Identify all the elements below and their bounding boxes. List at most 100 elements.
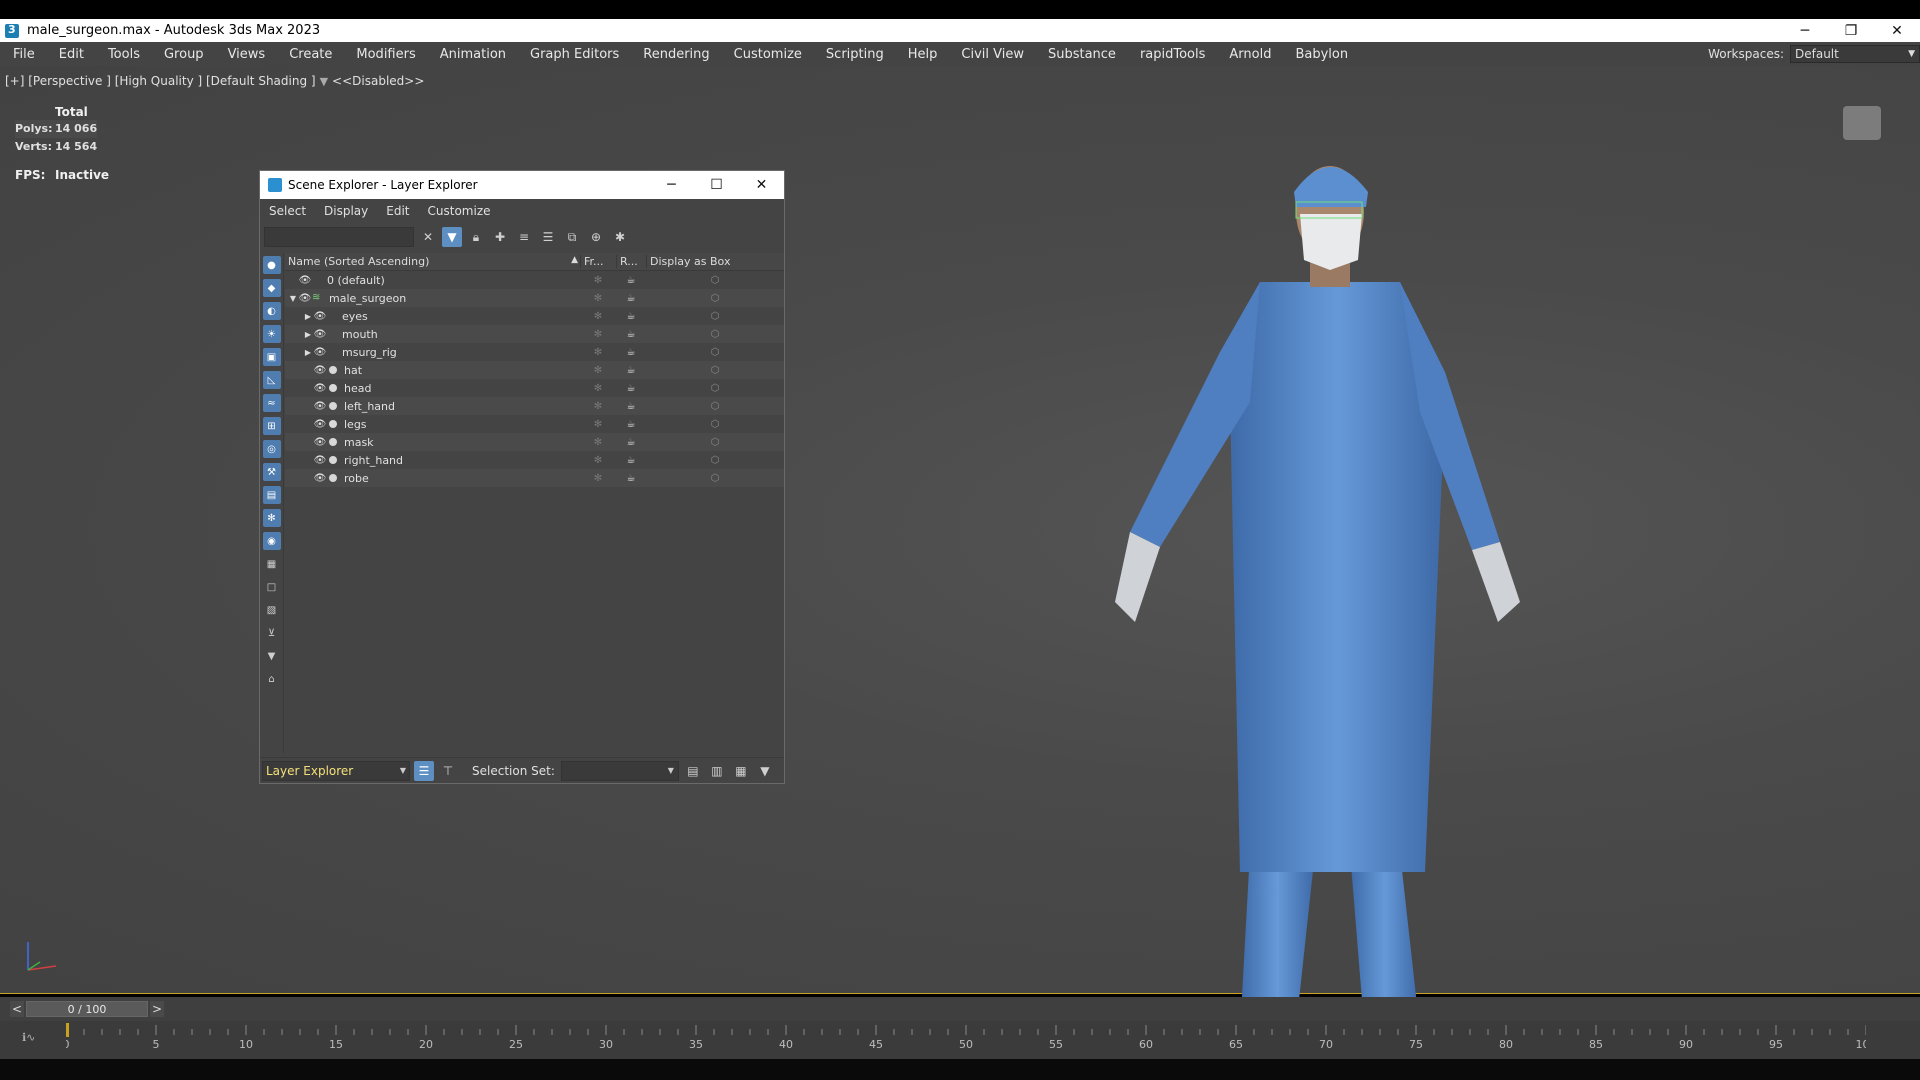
- explorer-menu-display[interactable]: Display: [315, 204, 377, 218]
- visibility-eye-icon[interactable]: 👁︎: [313, 329, 327, 340]
- geometry-filter-icon[interactable]: ◆: [262, 279, 281, 297]
- display-as-box-icon[interactable]: ⬡: [646, 455, 784, 466]
- explorer-menu-select[interactable]: Select: [260, 204, 315, 218]
- freeze-icon[interactable]: ✻: [580, 293, 616, 304]
- layer-row[interactable]: 👁︎ legs ✻ ☕︎ ⬡: [285, 415, 784, 433]
- current-frame-marker[interactable]: [66, 1023, 69, 1037]
- explorer-close-button[interactable]: ✕: [739, 171, 784, 199]
- select-all-icon[interactable]: ▦: [263, 555, 281, 573]
- layer-hierarchy-icon[interactable]: ☰: [538, 227, 558, 247]
- explorer-minimize-button[interactable]: ─: [649, 171, 694, 199]
- layer-name-cell[interactable]: ▶ 👁︎ msurg_rig: [285, 343, 580, 361]
- explorer-type-dropdown[interactable]: Layer Explorer ▼: [262, 760, 410, 781]
- expand-toggle-icon[interactable]: ▶: [303, 330, 313, 339]
- lights-filter-icon[interactable]: ☀: [262, 325, 281, 343]
- display-as-box-icon[interactable]: ⬡: [646, 329, 784, 340]
- layer-row[interactable]: ▼ 👁︎ ≋ male_surgeon ✻ ☕︎ ⬡: [285, 289, 784, 307]
- shapes-filter-icon[interactable]: ◐: [262, 302, 281, 320]
- layer-name-cell[interactable]: ▶ 👁︎ eyes: [285, 307, 580, 325]
- visibility-eye-icon[interactable]: 👁︎: [298, 293, 312, 304]
- layer-name-cell[interactable]: 👁︎ robe: [285, 469, 580, 487]
- time-slider-thumb[interactable]: 0 / 100: [26, 1001, 148, 1017]
- display-as-box-icon[interactable]: ⬡: [646, 383, 784, 394]
- render-teapot-icon[interactable]: ☕︎: [616, 455, 646, 466]
- visibility-eye-icon[interactable]: 👁︎: [313, 383, 327, 394]
- render-teapot-icon[interactable]: ☕︎: [616, 311, 646, 322]
- menu-civil-view[interactable]: Civil View: [949, 47, 1036, 62]
- display-as-box-icon[interactable]: ⬡: [646, 365, 784, 376]
- visibility-eye-icon[interactable]: 👁︎: [313, 455, 327, 466]
- menu-modifiers[interactable]: Modifiers: [344, 47, 427, 62]
- viewport-menu-label[interactable]: [+] [Perspective ] [High Quality ] [Defa…: [5, 74, 316, 88]
- menu-create[interactable]: Create: [277, 47, 344, 62]
- render-teapot-icon[interactable]: ☕︎: [616, 383, 646, 394]
- male-surgeon-model[interactable]: [1100, 152, 1600, 1057]
- helpers-filter-icon[interactable]: ◺: [262, 371, 281, 389]
- layer-name-cell[interactable]: 👁︎ left_hand: [285, 397, 580, 415]
- visibility-eye-icon[interactable]: 👁︎: [313, 347, 327, 358]
- filter-combinations-icon[interactable]: ⊻: [263, 624, 281, 642]
- layer-name-cell[interactable]: 👁︎ head: [285, 379, 580, 397]
- expand-toggle-icon[interactable]: ▼: [288, 294, 298, 303]
- menu-file[interactable]: File: [0, 47, 47, 62]
- filter-toggle-icon[interactable]: ▼: [442, 227, 462, 247]
- explorer-search-input[interactable]: [264, 227, 414, 247]
- spacewarps-filter-icon[interactable]: ≈: [262, 394, 281, 412]
- menu-rapidtools[interactable]: rapidTools: [1128, 47, 1217, 62]
- layer-row[interactable]: ▶ 👁︎ mouth ✻ ☕︎ ⬡: [285, 325, 784, 343]
- layer-row[interactable]: 👁︎ mask ✻ ☕︎ ⬡: [285, 433, 784, 451]
- menu-views[interactable]: Views: [216, 47, 278, 62]
- named-set-remove-icon[interactable]: ▦: [731, 761, 751, 781]
- visibility-eye-icon[interactable]: 👁︎: [298, 275, 312, 286]
- visibility-eye-icon[interactable]: 👁︎: [313, 473, 327, 484]
- layer-row[interactable]: ▶ 👁︎ msurg_rig ✻ ☕︎ ⬡: [285, 343, 784, 361]
- layer-name-cell[interactable]: 👁︎ legs: [285, 415, 580, 433]
- column-name[interactable]: Name (Sorted Ascending) ▲: [285, 255, 580, 268]
- local-view-icon[interactable]: ⌂: [263, 670, 281, 688]
- menu-animation[interactable]: Animation: [428, 47, 518, 62]
- select-invert-icon[interactable]: ▧: [263, 601, 281, 619]
- freeze-icon[interactable]: ✻: [580, 401, 616, 412]
- display-as-box-icon[interactable]: ⬡: [646, 311, 784, 322]
- layer-stack-icon[interactable]: ⧉: [562, 227, 582, 247]
- display-as-box-icon[interactable]: ⬡: [646, 437, 784, 448]
- layer-name-cell[interactable]: 👁︎ hat: [285, 361, 580, 379]
- visibility-eye-icon[interactable]: 👁︎: [313, 365, 327, 376]
- menu-rendering[interactable]: Rendering: [631, 47, 721, 62]
- menu-scripting[interactable]: Scripting: [814, 47, 896, 62]
- clear-search-icon[interactable]: ✕: [418, 227, 438, 247]
- time-slider[interactable]: < 0 / 100 >: [0, 997, 1920, 1021]
- visibility-eye-icon[interactable]: 👁︎: [313, 437, 327, 448]
- display-all-icon[interactable]: ●: [262, 256, 281, 274]
- scene-explorer-window[interactable]: Scene Explorer - Layer Explorer ─ ☐ ✕ Se…: [259, 170, 785, 784]
- menu-group[interactable]: Group: [152, 47, 216, 62]
- visibility-eye-icon[interactable]: 👁︎: [313, 401, 327, 412]
- new-layer-icon[interactable]: ✚: [490, 227, 510, 247]
- freeze-icon[interactable]: ✻: [580, 455, 616, 466]
- named-set-edit-icon[interactable]: ▥: [707, 761, 727, 781]
- display-as-box-icon[interactable]: ⬡: [646, 419, 784, 430]
- column-render[interactable]: R...: [616, 255, 646, 268]
- layer-row[interactable]: 👁︎ robe ✻ ☕︎ ⬡: [285, 469, 784, 487]
- render-teapot-icon[interactable]: ☕︎: [616, 329, 646, 340]
- select-none-icon[interactable]: □: [263, 578, 281, 596]
- display-as-box-icon[interactable]: ⬡: [646, 347, 784, 358]
- sort-by-layer-icon[interactable]: ☰: [414, 760, 434, 781]
- visibility-eye-icon[interactable]: 👁︎: [313, 311, 327, 322]
- layer-row[interactable]: 👁︎ hat ✻ ☕︎ ⬡: [285, 361, 784, 379]
- freeze-icon[interactable]: ✻: [580, 311, 616, 322]
- filter-icon[interactable]: ▼: [320, 75, 328, 88]
- freeze-icon[interactable]: ✻: [580, 419, 616, 430]
- restore-button[interactable]: ❐: [1828, 19, 1874, 42]
- menu-help[interactable]: Help: [896, 47, 950, 62]
- scene-explorer-titlebar[interactable]: Scene Explorer - Layer Explorer ─ ☐ ✕: [260, 171, 784, 199]
- xrefs-filter-icon[interactable]: ◎: [262, 440, 281, 458]
- menu-arnold[interactable]: Arnold: [1217, 47, 1283, 62]
- render-teapot-icon[interactable]: ☕︎: [616, 347, 646, 358]
- explorer-menu-customize[interactable]: Customize: [419, 204, 500, 218]
- bottom-filter-icon[interactable]: ▼: [755, 761, 775, 781]
- display-as-box-icon[interactable]: ⬡: [646, 293, 784, 304]
- layer-name-cell[interactable]: 👁︎ right_hand: [285, 451, 580, 469]
- bones-filter-icon[interactable]: ⚒: [262, 463, 281, 481]
- next-frame-button[interactable]: >: [150, 1001, 164, 1017]
